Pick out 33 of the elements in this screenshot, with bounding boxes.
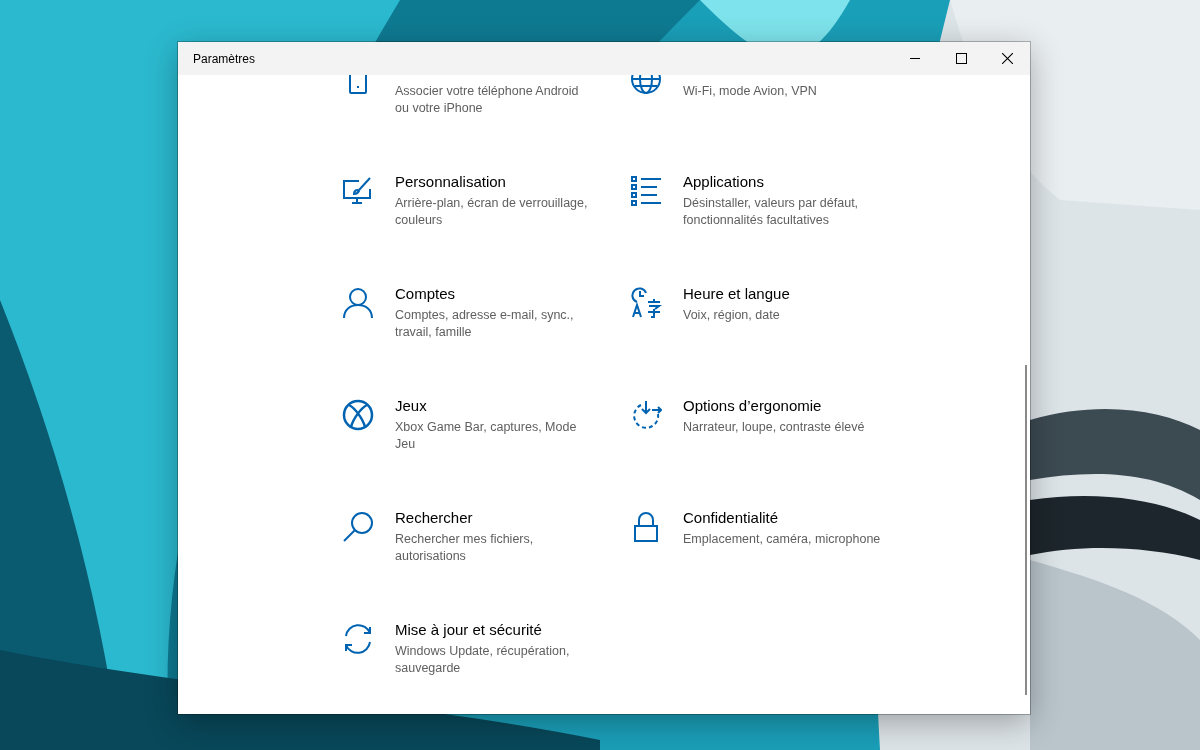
accessibility-icon	[630, 399, 662, 431]
category-description: Comptes, adresse e-mail, sync., travail, famille	[395, 307, 575, 341]
category-description: Désinstaller, valeurs par défaut, fonctionnalités facultatives	[683, 195, 860, 229]
category-title[interactable]: Jeux	[395, 396, 595, 416]
category-title[interactable]: Options d’ergonomie	[683, 396, 883, 416]
sync-icon	[342, 623, 374, 655]
category-description: Voix, région, date	[683, 307, 781, 324]
category-title[interactable]: Applications	[683, 172, 883, 192]
clock-language-icon	[630, 287, 662, 319]
category-title[interactable]: Heure et langue	[683, 284, 883, 304]
category-title[interactable]: Confidentialité	[683, 508, 883, 528]
category-title[interactable]: Mise à jour et sécurité	[395, 620, 595, 640]
category-title[interactable]: Comptes	[395, 284, 595, 304]
minimize-icon	[910, 58, 920, 59]
category-description: Arrière-plan, écran de verrouillage, couleurs	[395, 195, 589, 229]
category-title[interactable]: Rechercher	[395, 508, 595, 528]
category-description: Rechercher mes fichiers, autorisations	[395, 531, 535, 565]
category-description: Wi-Fi, mode Avion, VPN	[683, 83, 818, 100]
category-description: Windows Update, récupération, sauvegarde	[395, 643, 571, 677]
category-description: Narrateur, loupe, contraste élevé	[683, 419, 866, 436]
list-icon	[630, 175, 662, 207]
close-icon	[1001, 53, 1013, 64]
monitor-brush-icon	[342, 175, 374, 207]
category-description: Associer votre téléphone Android ou votre iPhone	[395, 83, 580, 117]
scrollbar[interactable]	[1025, 365, 1027, 695]
window-title: Paramètres	[192, 51, 257, 66]
maximize-icon	[955, 53, 967, 64]
category-description: Emplacement, caméra, microphone	[683, 531, 882, 548]
category-description: Xbox Game Bar, captures, Mode Jeu	[395, 419, 578, 453]
xbox-icon	[342, 399, 374, 431]
person-icon	[342, 287, 374, 319]
search-icon	[342, 511, 374, 543]
category-title[interactable]: Personnalisation	[395, 172, 595, 192]
